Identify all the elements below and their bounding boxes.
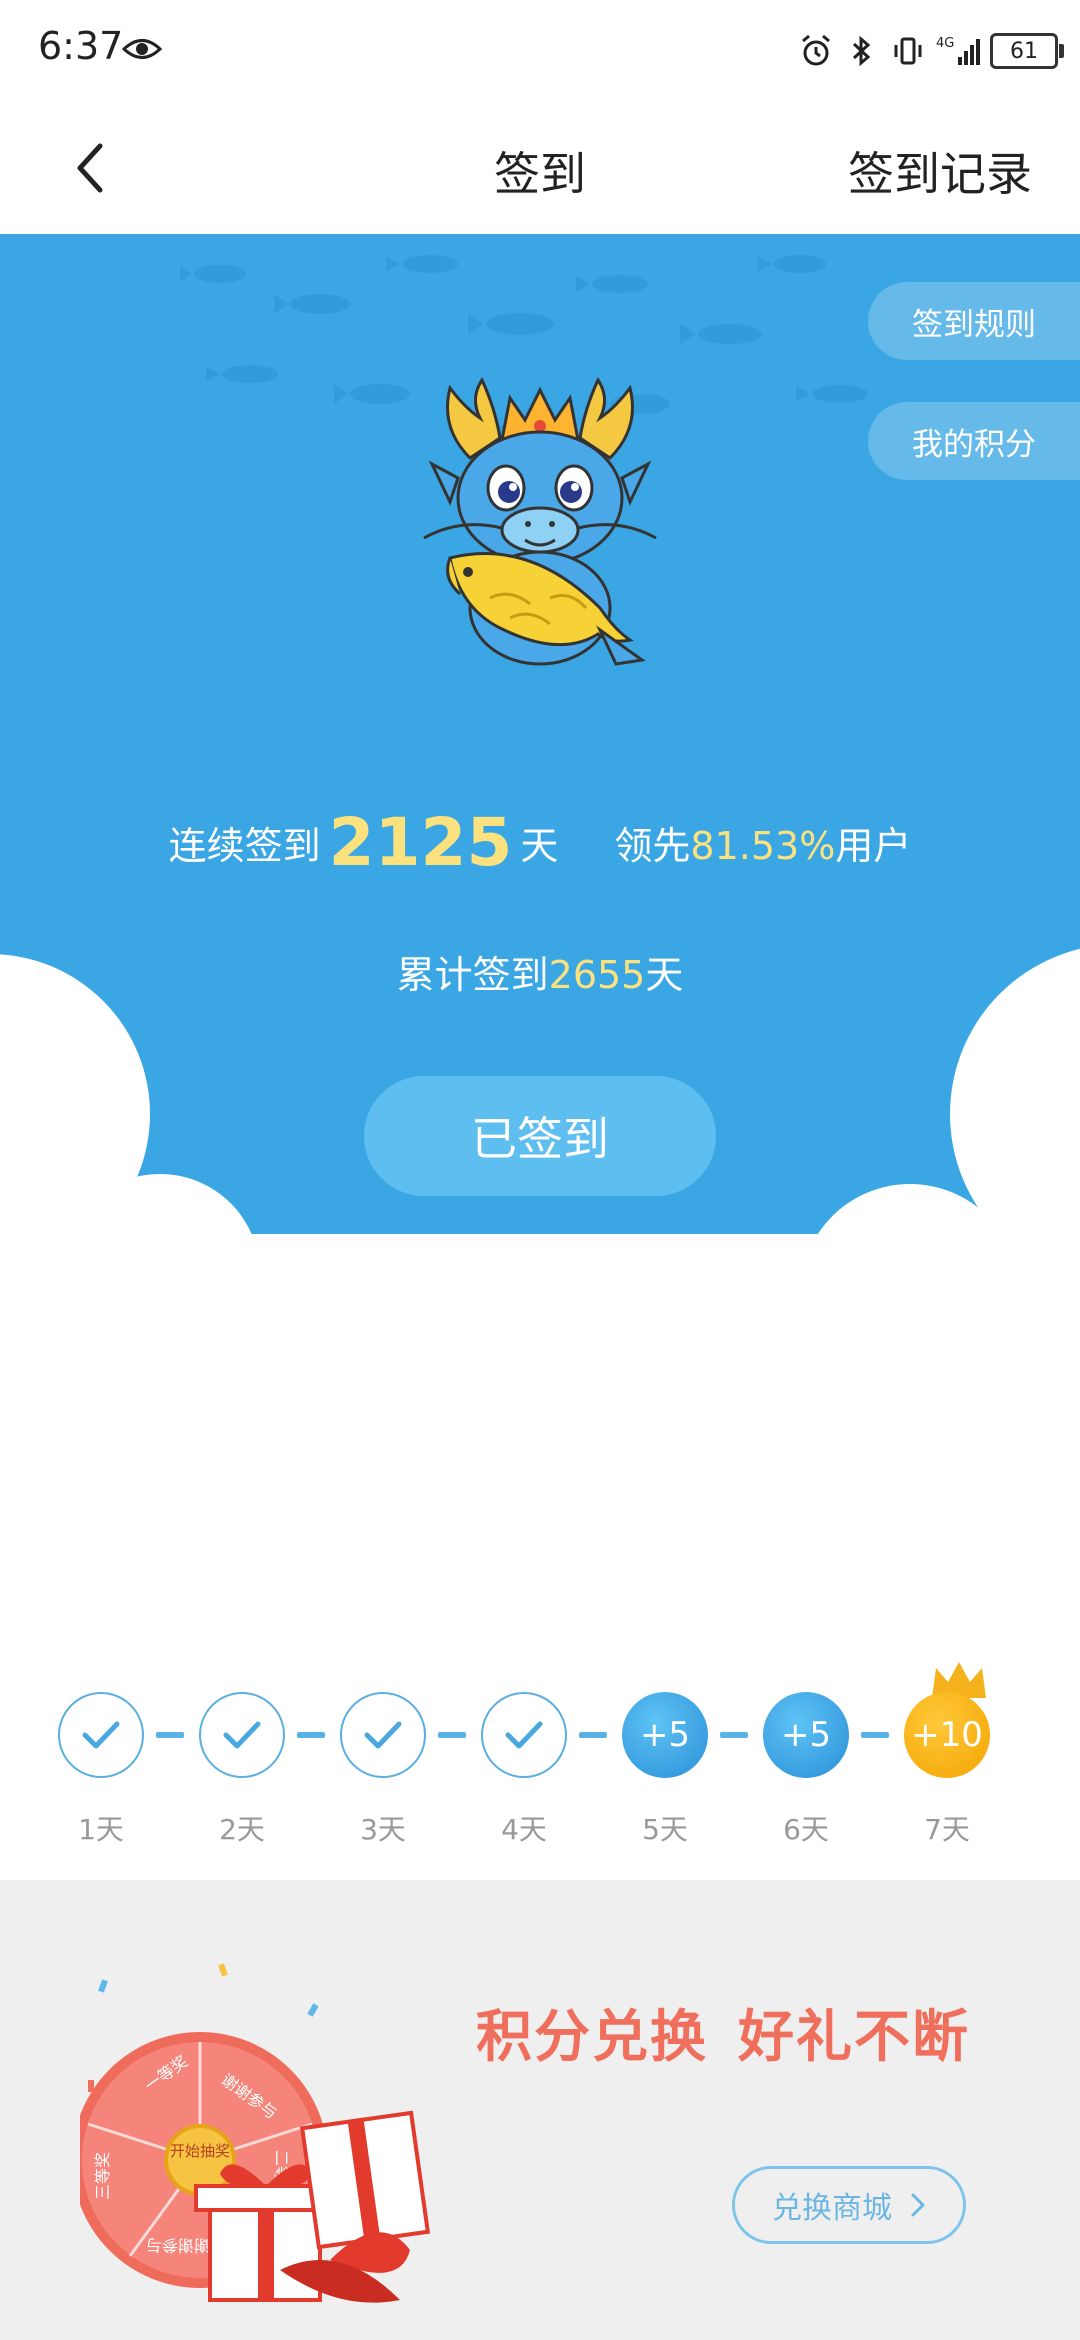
- day-label: 4天: [501, 1813, 547, 1846]
- wheel-center-label: 开始抽奖: [170, 2142, 230, 2160]
- check-icon: [82, 1721, 120, 1749]
- wheel-segment-label: 三等奖: [93, 2152, 112, 2200]
- progress-connector: [297, 1732, 325, 1738]
- status-icons: 4G 61: [798, 28, 1064, 74]
- banner-title: 积分兑换 好礼不断: [476, 1992, 970, 2073]
- exchange-store-label: 兑换商城: [772, 2191, 892, 2226]
- banner-title-part1: 积分兑换: [476, 2005, 708, 2070]
- points-exchange-banner[interactable]: 一等奖 谢谢参与 二等奖 三等奖 谢谢参与 开始抽奖 积分兑换好礼不断 兑换商城: [0, 1880, 1080, 2340]
- progress-connector: [438, 1732, 466, 1738]
- eye-icon: [122, 39, 162, 59]
- signed-in-button[interactable]: 已签到: [364, 1076, 716, 1196]
- bluetooth-icon: [852, 35, 871, 67]
- day-label: 2天: [219, 1813, 265, 1846]
- day-label: 5天: [642, 1813, 688, 1846]
- battery-indicator: 61: [990, 33, 1064, 69]
- status-time: 6:37: [38, 24, 124, 68]
- progress-connector: [861, 1732, 889, 1738]
- check-icon: [364, 1721, 402, 1749]
- day-4-checked: [481, 1692, 567, 1778]
- hero-section: 签到规则 我的积分 连续签到 2125 天 领先81.53%用户 累计签到265…: [0, 234, 1080, 1380]
- day-6-reward: +5: [763, 1692, 849, 1778]
- cloud-decoration: [0, 948, 1080, 1380]
- network-type: 4G: [936, 36, 954, 51]
- vibrate-icon: [894, 37, 922, 65]
- day-label: 7天: [924, 1813, 970, 1846]
- chevron-right-icon: [911, 2193, 925, 2217]
- wheel-segment-label: 谢谢参与: [146, 2236, 210, 2255]
- check-icon: [223, 1721, 261, 1749]
- alarm-icon: [802, 34, 830, 66]
- weekly-progress: 1天 2天 3天 4天 +5 5天 +5 6天 +10 7天: [0, 1640, 1080, 1880]
- day-label: 6天: [783, 1813, 829, 1846]
- progress-connector: [720, 1732, 748, 1738]
- day-label: 3天: [360, 1813, 406, 1846]
- day-1-checked: [58, 1692, 144, 1778]
- day-3-checked: [340, 1692, 426, 1778]
- day-2-checked: [199, 1692, 285, 1778]
- exchange-store-button[interactable]: 兑换商城: [732, 2166, 966, 2244]
- sign-in-record-button[interactable]: 签到记录: [848, 138, 1032, 204]
- battery-level: 61: [1010, 38, 1038, 64]
- lucky-wheel-gift-illustration: 一等奖 谢谢参与 二等奖 三等奖 谢谢参与 开始抽奖: [80, 1963, 431, 2303]
- day-7-bonus-reward: +10: [904, 1692, 990, 1778]
- signal-icon: 4G: [936, 36, 980, 65]
- nav-bar: 签到 签到记录: [0, 100, 1080, 234]
- banner-title-part2: 好礼不断: [738, 2005, 970, 2070]
- progress-connector: [156, 1732, 184, 1738]
- check-icon: [505, 1721, 543, 1749]
- day-label: 1天: [78, 1813, 124, 1846]
- status-bar: 6:37 4G 61: [0, 0, 1080, 100]
- day-5-reward: +5: [622, 1692, 708, 1778]
- progress-connector: [579, 1732, 607, 1738]
